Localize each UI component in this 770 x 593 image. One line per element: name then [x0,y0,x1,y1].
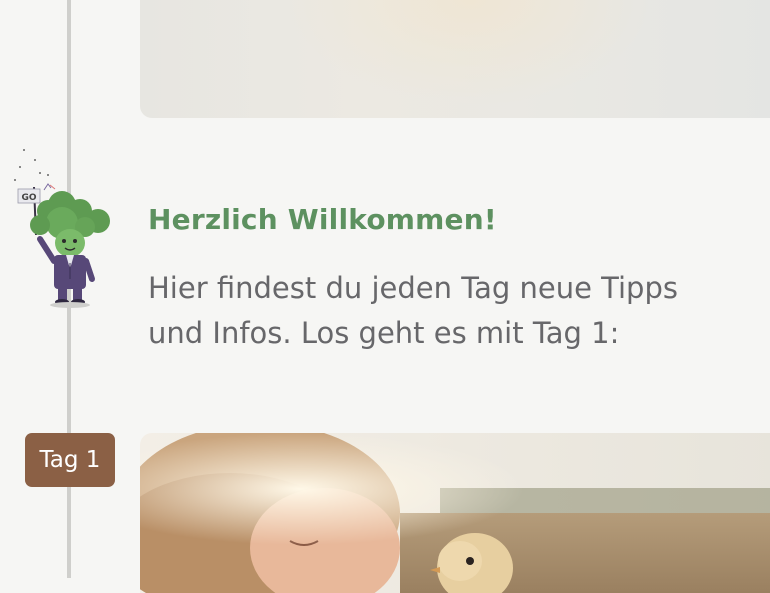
welcome-text-line-2: und Infos. Los geht es mit Tag 1: [148,316,620,350]
welcome-title: Herzlich Willkommen! [148,203,497,236]
broccoli-mascot-icon: GO [14,149,110,308]
day-1-image[interactable] [140,433,770,593]
welcome-text: Hier findest du jeden Tag neue Tipps und … [148,266,748,356]
welcome-text-line-1: Hier findest du jeden Tag neue Tipps [148,271,678,305]
header-image [140,0,770,118]
flag-label: GO [21,193,36,203]
day-1-badge[interactable]: Tag 1 [25,433,115,487]
girl-with-chick-photo [140,433,770,593]
